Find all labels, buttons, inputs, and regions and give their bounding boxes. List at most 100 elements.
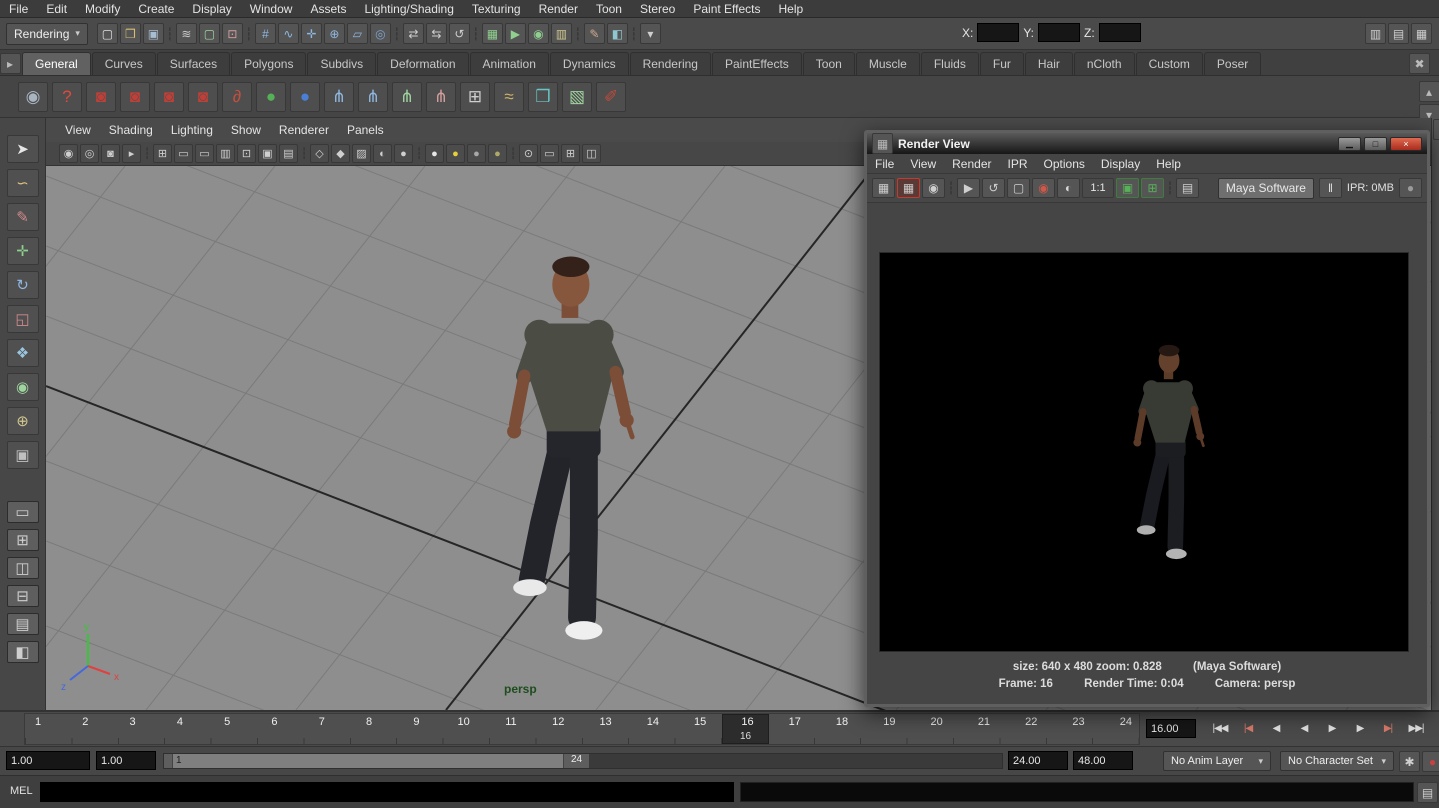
go-to-end-icon[interactable]: ▶▶|	[1403, 718, 1429, 739]
auto-keyframe-icon[interactable]: ●	[1422, 751, 1439, 772]
ipr-refresh-icon[interactable]: ↺	[982, 178, 1005, 198]
ipr-redo-previous-render-icon[interactable]: ▶	[957, 178, 980, 198]
character-model[interactable]	[476, 244, 662, 656]
step-forward-one-key-icon[interactable]: ▶|	[1375, 718, 1401, 739]
safe-title-icon[interactable]: ▤	[279, 144, 298, 163]
snapshot-icon[interactable]: ◉	[922, 178, 945, 198]
shelf-delete-icon[interactable]: ✖	[1409, 53, 1430, 74]
shelf-tab[interactable]: Dynamics	[550, 52, 629, 75]
animation-end-field[interactable]	[1073, 751, 1133, 770]
timeline-frame-label[interactable]: 10	[455, 716, 473, 728]
select-camera-icon[interactable]: ◉	[59, 144, 78, 163]
ipr-render-current-frame-icon[interactable]: ◉	[528, 23, 549, 44]
character-set-selector[interactable]: No Character Set ▾	[1280, 751, 1394, 771]
single-pane-layout-icon[interactable]: ▭	[540, 144, 559, 163]
timeline-frame-label[interactable]: 15	[691, 716, 709, 728]
wireframe-mode-icon[interactable]: ◇	[310, 144, 329, 163]
move-tool-icon[interactable]: ✛	[7, 237, 39, 265]
menu-item[interactable]: Window	[241, 2, 302, 16]
hypergraph-output-icon[interactable]: ⋔	[426, 82, 456, 112]
yellow-material-ball-icon[interactable]: ●	[446, 144, 465, 163]
make-live-icon[interactable]: ◎	[370, 23, 391, 44]
shelf-scroll-up-icon[interactable]: ▴	[1419, 81, 1439, 102]
timeline-frame-label[interactable]: 16	[738, 716, 756, 728]
current-time-field[interactable]	[1146, 719, 1196, 738]
panel-menu-item[interactable]: Lighting	[162, 123, 222, 137]
shelf-tab[interactable]: Hair	[1025, 52, 1073, 75]
shelf-tab[interactable]: Rendering	[630, 52, 711, 75]
render-view-menu-item[interactable]: Options	[1036, 157, 1093, 171]
create-camera-aim-icon[interactable]: ◙	[120, 82, 150, 112]
timeline-frame-label[interactable]: 2	[76, 716, 94, 728]
timeline-frame-label[interactable]: 23	[1070, 716, 1088, 728]
timeline-frame-label[interactable]: 22	[1022, 716, 1040, 728]
show-manipulator-tool-icon[interactable]: ⊕	[7, 407, 39, 435]
ipr-select-region-icon[interactable]: ▢	[1007, 178, 1030, 198]
shelf-tab[interactable]: Deformation	[377, 52, 468, 75]
timeline-frame-label[interactable]: 7	[313, 716, 331, 728]
select-by-hierarchy-icon[interactable]: ≋	[176, 23, 197, 44]
shelf-tab[interactable]: General	[22, 52, 91, 75]
create-green-sphere-icon[interactable]: ●	[256, 82, 286, 112]
new-scene-icon[interactable]: ▢	[97, 23, 118, 44]
timeline-frame-label[interactable]: 17	[786, 716, 804, 728]
timeline-frame-label[interactable]: 24	[1117, 716, 1135, 728]
layout-persp-outliner-icon[interactable]: ◫	[7, 557, 39, 579]
shelf-tab[interactable]: nCloth	[1074, 52, 1135, 75]
soft-modification-tool-icon[interactable]: ◉	[7, 373, 39, 401]
x-coordinate-input[interactable]	[977, 23, 1019, 42]
shelf-tab[interactable]: Subdivs	[307, 52, 376, 75]
four-pane-layout-icon[interactable]: ⊞	[561, 144, 580, 163]
renderer-selector[interactable]: Maya Software	[1218, 178, 1314, 199]
timeline-frame-label[interactable]: 20	[928, 716, 946, 728]
shelf-tab[interactable]: Surfaces	[157, 52, 230, 75]
timeline-frame-label[interactable]: 19	[880, 716, 898, 728]
texture-reference-icon[interactable]: ❒	[528, 82, 558, 112]
render-view-menu-item[interactable]: Help	[1148, 157, 1189, 171]
minimize-button-icon[interactable]: ▁	[1338, 137, 1361, 151]
save-scene-icon[interactable]: ▣	[143, 23, 164, 44]
y-coordinate-input[interactable]	[1038, 23, 1080, 42]
shelf-tab[interactable]: Custom	[1136, 52, 1203, 75]
lock-camera-icon[interactable]: ◎	[80, 144, 99, 163]
hypergraph-hierarchy-icon[interactable]: ⋔	[324, 82, 354, 112]
shelf-tab[interactable]: Polygons	[231, 52, 306, 75]
menu-item[interactable]: Edit	[37, 2, 76, 16]
layout-persp-side-icon[interactable]: ◧	[7, 641, 39, 663]
safe-action-icon[interactable]: ▣	[258, 144, 277, 163]
shaded-cube-icon[interactable]: ▧	[562, 82, 592, 112]
paint-select-tool-icon[interactable]: ✎	[7, 203, 39, 231]
create-stereo-camera-icon[interactable]: ◙	[188, 82, 218, 112]
default-material-ball-icon[interactable]: ●	[425, 144, 444, 163]
menu-set-selector[interactable]: Rendering ▾	[6, 23, 88, 45]
menu-item[interactable]: Help	[770, 2, 813, 16]
paint-effects-brush-icon[interactable]: ∂	[222, 82, 252, 112]
gate-mask-icon[interactable]: ▥	[216, 144, 235, 163]
maximize-button-icon[interactable]: □	[1364, 137, 1387, 151]
play-forwards-icon[interactable]: ▶	[1319, 718, 1345, 739]
range-start-handle[interactable]	[164, 754, 173, 768]
lasso-select-tool-icon[interactable]: ∽	[7, 169, 39, 197]
panel-menu-item[interactable]: Shading	[100, 123, 162, 137]
timeline-frame-label[interactable]: 14	[644, 716, 662, 728]
anim-layer-selector[interactable]: No Anim Layer ▾	[1163, 751, 1271, 771]
timeline-frame-label[interactable]: 21	[975, 716, 993, 728]
timeline-frame-label[interactable]: 6	[265, 716, 283, 728]
menu-item[interactable]: Toon	[587, 2, 631, 16]
set-driven-key-icon[interactable]: ≈	[494, 82, 524, 112]
rendered-image[interactable]	[879, 252, 1409, 652]
create-camera-aim-up-icon[interactable]: ◙	[154, 82, 184, 112]
command-language-toggle[interactable]: MEL	[10, 785, 33, 797]
output-connections-icon[interactable]: ⇆	[426, 23, 447, 44]
playback-range-track[interactable]: 1 24	[163, 753, 1003, 769]
shelf-tab[interactable]: Toon	[803, 52, 855, 75]
playback-range-slider[interactable]: 1 24	[164, 754, 589, 768]
panel-menu-item[interactable]: Panels	[338, 123, 393, 137]
menu-item[interactable]: Paint Effects	[684, 2, 769, 16]
menu-item[interactable]: Render	[530, 2, 587, 16]
input-connections-icon[interactable]: ⇄	[403, 23, 424, 44]
timeline-frame-label[interactable]: 4	[171, 716, 189, 728]
hypergraph-input-icon[interactable]: ⋔	[392, 82, 422, 112]
snap-to-point-icon[interactable]: ✛	[301, 23, 322, 44]
snap-to-projected-center-icon[interactable]: ⊕	[324, 23, 345, 44]
